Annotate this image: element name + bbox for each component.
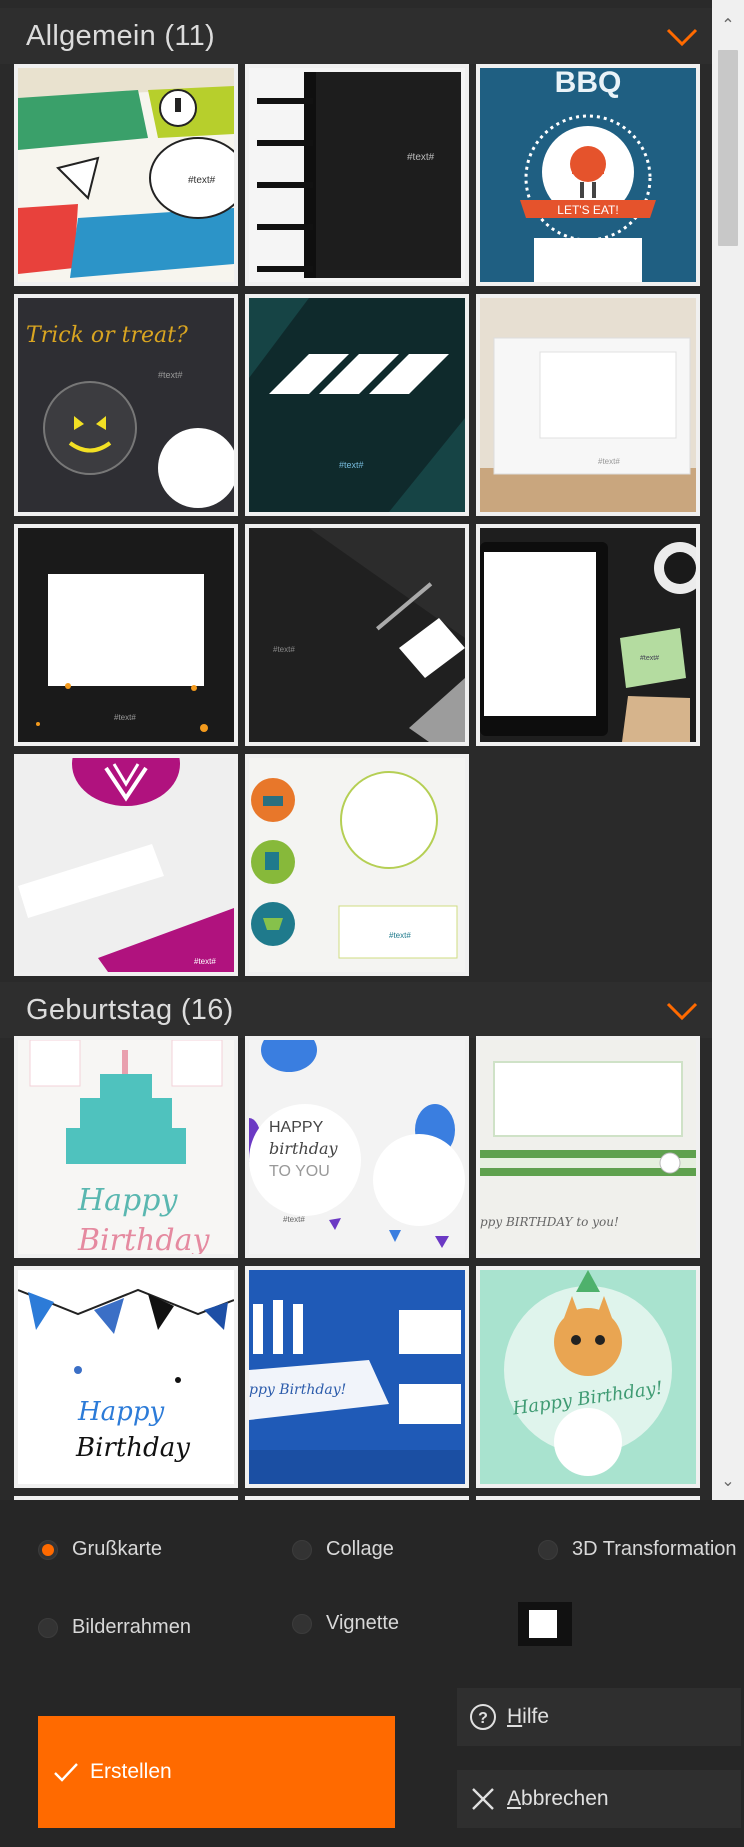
radio-selected-icon <box>38 1539 58 1560</box>
cancel-button-label: Abbrechen <box>507 1787 609 1810</box>
notebook-image: #text# <box>249 68 465 282</box>
cake-title-2: Birthday <box>77 1223 210 1254</box>
create-button-label: Erstellen <box>90 1760 172 1783</box>
radio-bilderrahmen[interactable]: Bilderrahmen <box>38 1616 191 1639</box>
template-thumbnail-bunting[interactable]: Happy Birthday <box>14 1266 238 1488</box>
ribbon-caption: ppy BIRTHDAY to you! <box>480 1215 619 1229</box>
paper-image: #text# <box>480 298 696 512</box>
bunting-line2: Birthday <box>75 1433 190 1463</box>
template-thumbnail-bbq[interactable]: BBQ LET'S EAT! <box>476 64 700 286</box>
thumbnail-text: #text# <box>640 655 659 662</box>
template-thumbnail-notebook[interactable]: #text# <box>245 64 469 286</box>
radio-3d-transformation[interactable]: 3D Transformation <box>538 1538 737 1561</box>
thumbnail-text: #text# <box>158 370 183 380</box>
scroll-up-icon[interactable]: ⌃ <box>718 14 738 38</box>
radio-label: Collage <box>326 1538 394 1560</box>
thumbnail-text: #text# <box>339 460 364 470</box>
sparkle-image: #text# <box>18 528 234 742</box>
radio-label: Bilderrahmen <box>72 1616 191 1638</box>
thumbnail-text: #text# <box>283 1215 305 1224</box>
template-thumbnail-paper[interactable]: #text# <box>476 294 700 516</box>
thumbnail-text: #text# <box>194 957 216 966</box>
cancel-button[interactable]: Abbrechen <box>457 1770 741 1828</box>
template-thumbnail-tablet[interactable]: #text# <box>476 524 700 746</box>
thumbnail-text: #text# <box>188 175 216 186</box>
balloons-image: HAPPY birthday TO YOU #text# <box>249 1040 465 1254</box>
template-thumbnail-halloween[interactable]: Trick or treat? #text# <box>14 294 238 516</box>
thumbnail-text: #text# <box>598 457 620 466</box>
section-title: Allgemein (11) <box>26 19 216 52</box>
help-button-label: Hilfe <box>507 1705 550 1728</box>
radio-collage[interactable]: Collage <box>292 1538 394 1561</box>
bbq-subtitle: LET'S EAT! <box>557 203 618 217</box>
section-header-allgemein[interactable]: Allgemein (11) <box>0 8 712 64</box>
stripes-image: #text# <box>249 298 465 512</box>
template-thumbnail-stripes[interactable]: #text# <box>245 294 469 516</box>
close-icon <box>467 1783 499 1815</box>
scrollbar-thumb[interactable] <box>718 50 738 246</box>
template-thumbnail-candles[interactable]: ppy Birthday! <box>245 1266 469 1488</box>
ribbon-image: ppy BIRTHDAY to you! <box>480 1040 696 1254</box>
bunting-line1: Happy <box>77 1397 164 1427</box>
balloons-line1: HAPPY <box>269 1119 324 1136</box>
vertical-scrollbar[interactable]: ⌃ ⌄ <box>712 0 744 1500</box>
checkmark-icon <box>50 1756 82 1788</box>
radio-icon <box>292 1613 312 1634</box>
template-thumbnail-comic[interactable]: #text# <box>14 64 238 286</box>
radio-icon <box>538 1539 558 1560</box>
radio-label: Vignette <box>326 1612 400 1634</box>
dark-desk-image: #text# <box>249 528 465 742</box>
help-icon: ? <box>467 1701 499 1733</box>
comic-card-image: #text# <box>18 68 234 282</box>
shopping-image: #text# <box>249 758 465 972</box>
bbq-title: BBQ <box>555 68 622 99</box>
radio-label: Grußkarte <box>72 1538 163 1560</box>
bbq-card-image: BBQ LET'S EAT! <box>480 68 696 282</box>
radio-icon <box>38 1617 58 1638</box>
thumbnail-text: #text# <box>273 645 295 654</box>
template-thumbnail-sparkle[interactable]: #text# <box>14 524 238 746</box>
chevron-down-icon[interactable] <box>662 995 702 1025</box>
chevron-down-icon[interactable] <box>662 21 702 51</box>
thumbnail-text: #text# <box>407 152 435 163</box>
template-thumbnail-dark-desk[interactable]: #text# <box>245 524 469 746</box>
tablet-image: #text# <box>480 528 696 742</box>
magenta-image: #text# <box>18 758 234 972</box>
template-thumbnail-cake[interactable]: Happy Birthday <box>14 1036 238 1258</box>
template-gallery[interactable]: Allgemein (11) #text# #text# BBQ LET'S E… <box>0 0 712 1500</box>
color-swatch-fill <box>529 1610 557 1638</box>
cake-title: Happy <box>77 1183 178 1218</box>
halloween-card-image: Trick or treat? #text# <box>18 298 234 512</box>
bunting-image: Happy Birthday <box>18 1270 234 1484</box>
template-thumbnail-ribbon[interactable]: ppy BIRTHDAY to you! <box>476 1036 700 1258</box>
radio-grusskarte[interactable]: Grußkarte <box>38 1538 162 1561</box>
thumbnail-text: #text# <box>389 931 411 940</box>
balloons-line2: birthday <box>269 1139 339 1158</box>
radio-icon <box>292 1539 312 1560</box>
candles-image: ppy Birthday! <box>249 1270 465 1484</box>
section-header-geburtstag[interactable]: Geburtstag (16) <box>0 982 712 1038</box>
help-button[interactable]: ? Hilfe <box>457 1688 741 1746</box>
radio-label: 3D Transformation <box>572 1538 737 1560</box>
section-title: Geburtstag (16) <box>26 993 234 1026</box>
template-thumbnail-balloons[interactable]: HAPPY birthday TO YOU #text# <box>245 1036 469 1258</box>
color-swatch[interactable] <box>518 1602 572 1646</box>
template-thumbnail-shopping[interactable]: #text# <box>245 754 469 976</box>
radio-vignette[interactable]: Vignette <box>292 1612 399 1635</box>
scroll-down-icon[interactable]: ⌄ <box>718 1470 738 1494</box>
thumbnail-text: #text# <box>114 713 136 722</box>
create-button[interactable]: Erstellen <box>38 1716 395 1828</box>
svg-text:?: ? <box>478 1710 488 1727</box>
cat-image: Happy Birthday! <box>480 1270 696 1484</box>
halloween-title: Trick or treat? <box>26 323 188 348</box>
candles-caption: ppy Birthday! <box>249 1382 346 1398</box>
balloons-line3: TO YOU <box>269 1163 330 1180</box>
template-thumbnail-cat[interactable]: Happy Birthday! <box>476 1266 700 1488</box>
cake-image: Happy Birthday <box>18 1040 234 1254</box>
template-thumbnail-magenta[interactable]: #text# <box>14 754 238 976</box>
